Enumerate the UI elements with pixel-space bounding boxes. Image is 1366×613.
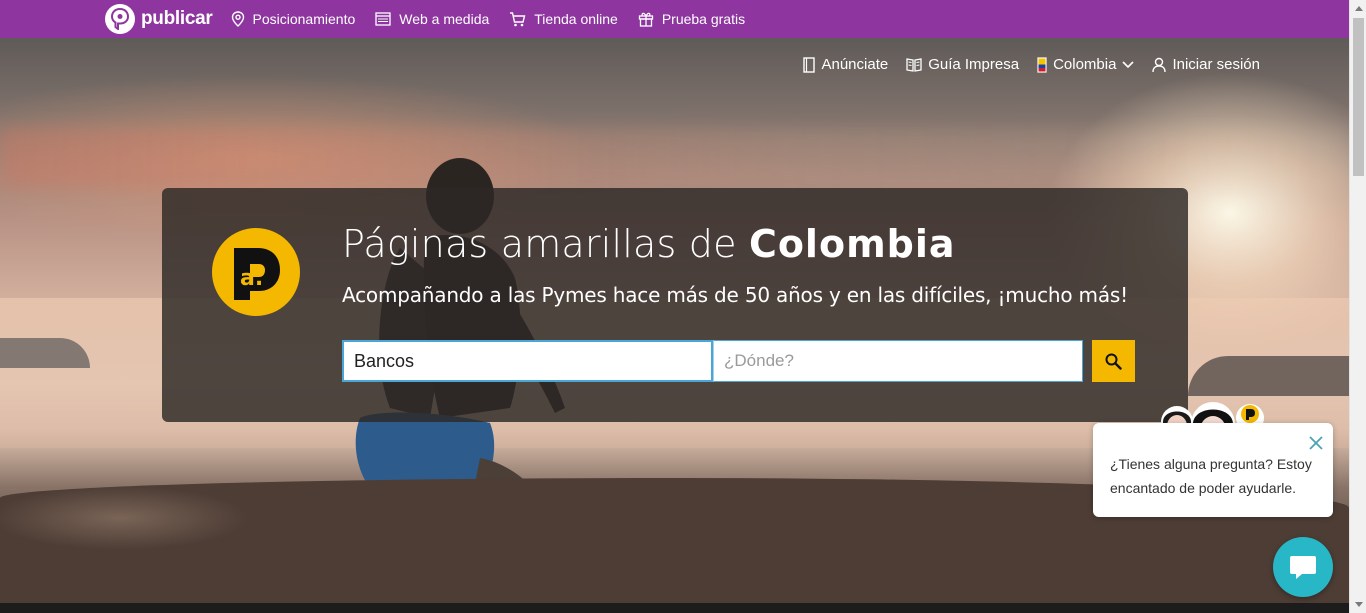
page-subtitle: Acompañando a las Pymes hace más de 50 a…: [342, 283, 1128, 307]
book-icon: [906, 58, 922, 72]
utility-nav: Anúnciate Guía Impresa Colombia Iniciar …: [785, 56, 1260, 73]
title-light: Páginas amarillas de: [342, 222, 749, 266]
top-bar: publicar Posicionamiento Web a medida Ti…: [0, 0, 1349, 38]
chevron-down-icon: [1122, 60, 1135, 68]
search-icon: [1105, 353, 1122, 370]
user-icon: [1152, 57, 1167, 72]
nav-label: Prueba gratis: [661, 11, 746, 27]
nav-label: Posicionamiento: [252, 11, 356, 27]
scroll-down-arrow[interactable]: [1350, 596, 1366, 613]
print-guide-label: Guía Impresa: [928, 56, 1020, 73]
login-label: Iniciar sesión: [1172, 56, 1260, 73]
country-selector[interactable]: Colombia: [1037, 56, 1135, 73]
chat-launcher-button[interactable]: [1273, 537, 1333, 597]
map-pin-icon: [231, 11, 244, 27]
cart-icon: [510, 11, 526, 26]
nav-label: Web a medida: [399, 11, 490, 27]
nav-web-a-medida[interactable]: Web a medida: [375, 11, 489, 27]
paginas-amarillas-logo: a.: [212, 228, 300, 316]
search-panel: a. Páginas amarillas de Colombia Acompañ…: [162, 188, 1188, 422]
country-label: Colombia: [1053, 56, 1117, 73]
page-title: Páginas amarillas de Colombia: [342, 222, 956, 266]
brand-name: publicar: [141, 8, 213, 29]
login-link[interactable]: Iniciar sesión: [1152, 56, 1260, 73]
publicar-logo[interactable]: publicar: [105, 4, 213, 34]
brand-letter: a.: [240, 266, 263, 291]
scroll-up-arrow[interactable]: [1350, 0, 1366, 17]
scroll-thumb[interactable]: [1353, 18, 1364, 176]
document-icon: [803, 56, 816, 73]
search-button[interactable]: [1092, 340, 1135, 382]
chat-bubble-icon: [1290, 556, 1316, 579]
search-what-input[interactable]: [342, 340, 713, 382]
nav-tienda-online[interactable]: Tienda online: [509, 11, 618, 27]
publicar-logo-icon: [105, 4, 135, 34]
top-nav: Posicionamiento Web a medida Tienda onli…: [231, 11, 766, 27]
colombia-flag-icon: [1037, 56, 1047, 73]
title-bold: Colombia: [748, 222, 956, 266]
nav-prueba-gratis[interactable]: Prueba gratis: [638, 11, 745, 27]
nav-posicionamiento[interactable]: Posicionamiento: [231, 11, 356, 27]
search-where-input[interactable]: [713, 340, 1083, 382]
page-scrollbar[interactable]: [1349, 0, 1366, 613]
close-icon[interactable]: [1308, 435, 1324, 451]
print-guide-link[interactable]: Guía Impresa: [906, 56, 1019, 73]
chat-message: ¿Tienes alguna pregunta? Estoy encantado…: [1110, 456, 1312, 496]
advertise-link[interactable]: Anúnciate: [803, 56, 888, 73]
nav-label: Tienda online: [534, 11, 618, 27]
gift-icon: [638, 12, 653, 27]
web-layout-icon: [375, 12, 391, 26]
chat-bubble: ¿Tienes alguna pregunta? Estoy encantado…: [1093, 423, 1333, 517]
advertise-label: Anúnciate: [821, 56, 889, 73]
